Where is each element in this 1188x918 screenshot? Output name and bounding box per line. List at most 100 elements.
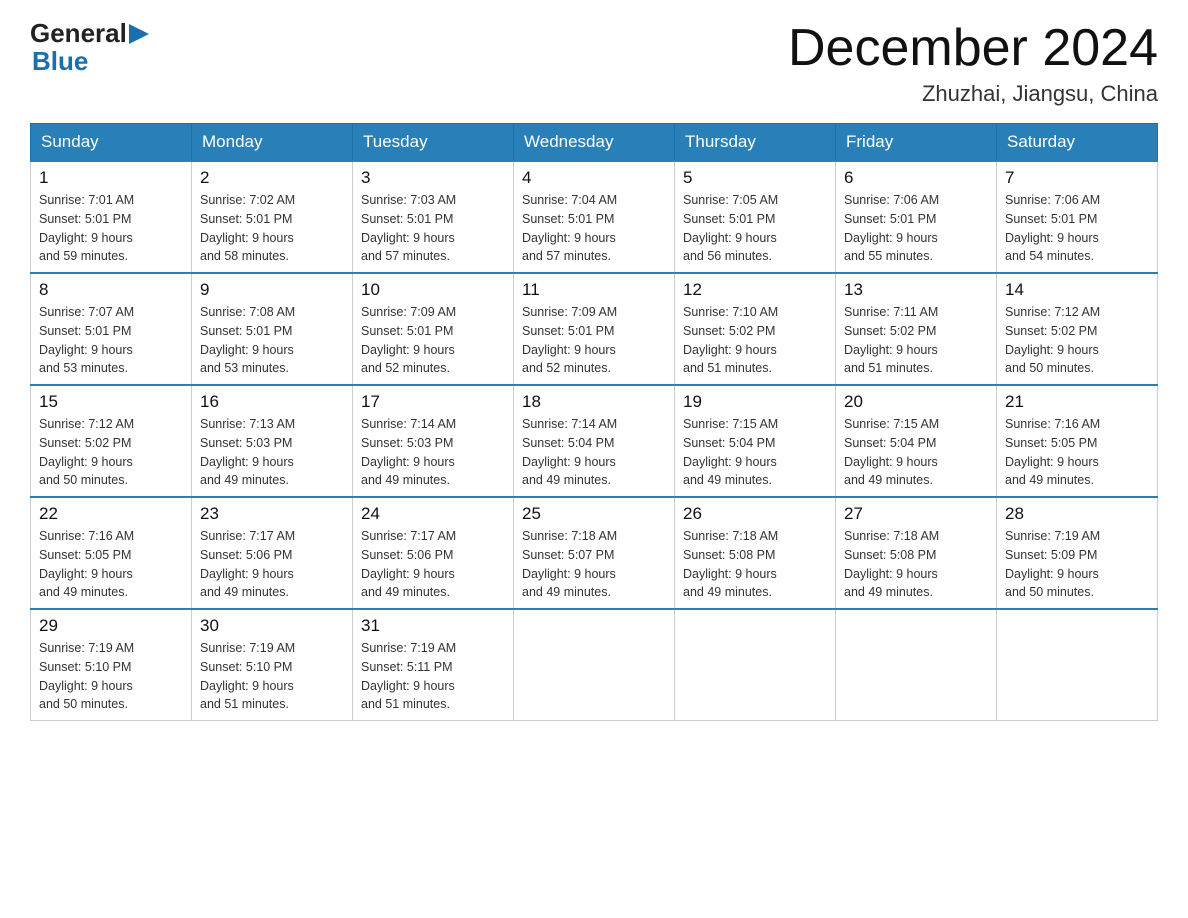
calendar-cell: 11 Sunrise: 7:09 AM Sunset: 5:01 PM Dayl… — [514, 273, 675, 385]
month-title: December 2024 — [788, 20, 1158, 77]
day-info: Sunrise: 7:01 AM Sunset: 5:01 PM Dayligh… — [39, 191, 183, 266]
calendar-cell: 29 Sunrise: 7:19 AM Sunset: 5:10 PM Dayl… — [31, 609, 192, 721]
calendar-cell: 21 Sunrise: 7:16 AM Sunset: 5:05 PM Dayl… — [997, 385, 1158, 497]
calendar-cell — [836, 609, 997, 721]
calendar-cell: 13 Sunrise: 7:11 AM Sunset: 5:02 PM Dayl… — [836, 273, 997, 385]
calendar-week-row-4: 22 Sunrise: 7:16 AM Sunset: 5:05 PM Dayl… — [31, 497, 1158, 609]
day-number: 30 — [200, 616, 344, 636]
calendar-cell: 30 Sunrise: 7:19 AM Sunset: 5:10 PM Dayl… — [192, 609, 353, 721]
day-info: Sunrise: 7:12 AM Sunset: 5:02 PM Dayligh… — [39, 415, 183, 490]
calendar-cell: 23 Sunrise: 7:17 AM Sunset: 5:06 PM Dayl… — [192, 497, 353, 609]
day-number: 4 — [522, 168, 666, 188]
day-number: 22 — [39, 504, 183, 524]
calendar-cell — [675, 609, 836, 721]
calendar-week-row-3: 15 Sunrise: 7:12 AM Sunset: 5:02 PM Dayl… — [31, 385, 1158, 497]
calendar-cell: 6 Sunrise: 7:06 AM Sunset: 5:01 PM Dayli… — [836, 161, 997, 273]
logo: General Blue — [30, 20, 149, 77]
calendar-cell: 24 Sunrise: 7:17 AM Sunset: 5:06 PM Dayl… — [353, 497, 514, 609]
calendar-cell: 3 Sunrise: 7:03 AM Sunset: 5:01 PM Dayli… — [353, 161, 514, 273]
day-info: Sunrise: 7:17 AM Sunset: 5:06 PM Dayligh… — [200, 527, 344, 602]
day-info: Sunrise: 7:15 AM Sunset: 5:04 PM Dayligh… — [683, 415, 827, 490]
col-monday: Monday — [192, 124, 353, 162]
calendar-cell: 20 Sunrise: 7:15 AM Sunset: 5:04 PM Dayl… — [836, 385, 997, 497]
day-info: Sunrise: 7:19 AM Sunset: 5:09 PM Dayligh… — [1005, 527, 1149, 602]
calendar-cell: 18 Sunrise: 7:14 AM Sunset: 5:04 PM Dayl… — [514, 385, 675, 497]
calendar-cell: 5 Sunrise: 7:05 AM Sunset: 5:01 PM Dayli… — [675, 161, 836, 273]
calendar-cell: 19 Sunrise: 7:15 AM Sunset: 5:04 PM Dayl… — [675, 385, 836, 497]
col-thursday: Thursday — [675, 124, 836, 162]
day-number: 3 — [361, 168, 505, 188]
calendar-cell: 15 Sunrise: 7:12 AM Sunset: 5:02 PM Dayl… — [31, 385, 192, 497]
day-number: 17 — [361, 392, 505, 412]
day-info: Sunrise: 7:19 AM Sunset: 5:10 PM Dayligh… — [39, 639, 183, 714]
day-info: Sunrise: 7:10 AM Sunset: 5:02 PM Dayligh… — [683, 303, 827, 378]
day-number: 9 — [200, 280, 344, 300]
day-info: Sunrise: 7:07 AM Sunset: 5:01 PM Dayligh… — [39, 303, 183, 378]
day-number: 23 — [200, 504, 344, 524]
calendar-cell: 22 Sunrise: 7:16 AM Sunset: 5:05 PM Dayl… — [31, 497, 192, 609]
day-number: 18 — [522, 392, 666, 412]
day-number: 10 — [361, 280, 505, 300]
day-info: Sunrise: 7:18 AM Sunset: 5:08 PM Dayligh… — [683, 527, 827, 602]
col-wednesday: Wednesday — [514, 124, 675, 162]
day-info: Sunrise: 7:04 AM Sunset: 5:01 PM Dayligh… — [522, 191, 666, 266]
calendar-week-row-5: 29 Sunrise: 7:19 AM Sunset: 5:10 PM Dayl… — [31, 609, 1158, 721]
calendar-table: Sunday Monday Tuesday Wednesday Thursday… — [30, 123, 1158, 721]
calendar-cell: 27 Sunrise: 7:18 AM Sunset: 5:08 PM Dayl… — [836, 497, 997, 609]
day-number: 1 — [39, 168, 183, 188]
day-number: 12 — [683, 280, 827, 300]
day-number: 25 — [522, 504, 666, 524]
day-number: 15 — [39, 392, 183, 412]
calendar-cell: 8 Sunrise: 7:07 AM Sunset: 5:01 PM Dayli… — [31, 273, 192, 385]
day-number: 28 — [1005, 504, 1149, 524]
day-info: Sunrise: 7:08 AM Sunset: 5:01 PM Dayligh… — [200, 303, 344, 378]
col-tuesday: Tuesday — [353, 124, 514, 162]
day-number: 8 — [39, 280, 183, 300]
col-sunday: Sunday — [31, 124, 192, 162]
calendar-cell: 9 Sunrise: 7:08 AM Sunset: 5:01 PM Dayli… — [192, 273, 353, 385]
day-number: 16 — [200, 392, 344, 412]
day-info: Sunrise: 7:02 AM Sunset: 5:01 PM Dayligh… — [200, 191, 344, 266]
calendar-cell: 16 Sunrise: 7:13 AM Sunset: 5:03 PM Dayl… — [192, 385, 353, 497]
day-number: 21 — [1005, 392, 1149, 412]
day-info: Sunrise: 7:19 AM Sunset: 5:10 PM Dayligh… — [200, 639, 344, 714]
day-number: 2 — [200, 168, 344, 188]
calendar-cell: 12 Sunrise: 7:10 AM Sunset: 5:02 PM Dayl… — [675, 273, 836, 385]
day-number: 7 — [1005, 168, 1149, 188]
calendar-cell: 26 Sunrise: 7:18 AM Sunset: 5:08 PM Dayl… — [675, 497, 836, 609]
day-number: 14 — [1005, 280, 1149, 300]
calendar-cell: 1 Sunrise: 7:01 AM Sunset: 5:01 PM Dayli… — [31, 161, 192, 273]
day-info: Sunrise: 7:14 AM Sunset: 5:03 PM Dayligh… — [361, 415, 505, 490]
title-block: December 2024 Zhuzhai, Jiangsu, China — [788, 20, 1158, 107]
day-info: Sunrise: 7:11 AM Sunset: 5:02 PM Dayligh… — [844, 303, 988, 378]
day-info: Sunrise: 7:12 AM Sunset: 5:02 PM Dayligh… — [1005, 303, 1149, 378]
calendar-cell — [997, 609, 1158, 721]
day-number: 13 — [844, 280, 988, 300]
day-number: 26 — [683, 504, 827, 524]
calendar-cell: 4 Sunrise: 7:04 AM Sunset: 5:01 PM Dayli… — [514, 161, 675, 273]
day-number: 20 — [844, 392, 988, 412]
calendar-cell: 31 Sunrise: 7:19 AM Sunset: 5:11 PM Dayl… — [353, 609, 514, 721]
logo-blue-text: Blue — [32, 46, 149, 77]
calendar-cell: 10 Sunrise: 7:09 AM Sunset: 5:01 PM Dayl… — [353, 273, 514, 385]
day-info: Sunrise: 7:18 AM Sunset: 5:07 PM Dayligh… — [522, 527, 666, 602]
day-info: Sunrise: 7:06 AM Sunset: 5:01 PM Dayligh… — [1005, 191, 1149, 266]
day-info: Sunrise: 7:16 AM Sunset: 5:05 PM Dayligh… — [1005, 415, 1149, 490]
logo-triangle-icon — [129, 24, 149, 44]
logo-top-row: General — [30, 20, 149, 46]
day-info: Sunrise: 7:03 AM Sunset: 5:01 PM Dayligh… — [361, 191, 505, 266]
location-title: Zhuzhai, Jiangsu, China — [788, 81, 1158, 107]
day-number: 11 — [522, 280, 666, 300]
day-number: 31 — [361, 616, 505, 636]
day-info: Sunrise: 7:13 AM Sunset: 5:03 PM Dayligh… — [200, 415, 344, 490]
calendar-cell: 25 Sunrise: 7:18 AM Sunset: 5:07 PM Dayl… — [514, 497, 675, 609]
header: General Blue December 2024 Zhuzhai, Jian… — [30, 20, 1158, 107]
page: General Blue December 2024 Zhuzhai, Jian… — [0, 0, 1188, 741]
day-info: Sunrise: 7:09 AM Sunset: 5:01 PM Dayligh… — [361, 303, 505, 378]
logo-general-text: General — [30, 20, 127, 46]
day-number: 6 — [844, 168, 988, 188]
calendar-cell: 28 Sunrise: 7:19 AM Sunset: 5:09 PM Dayl… — [997, 497, 1158, 609]
calendar-header-row: Sunday Monday Tuesday Wednesday Thursday… — [31, 124, 1158, 162]
col-friday: Friday — [836, 124, 997, 162]
day-info: Sunrise: 7:05 AM Sunset: 5:01 PM Dayligh… — [683, 191, 827, 266]
